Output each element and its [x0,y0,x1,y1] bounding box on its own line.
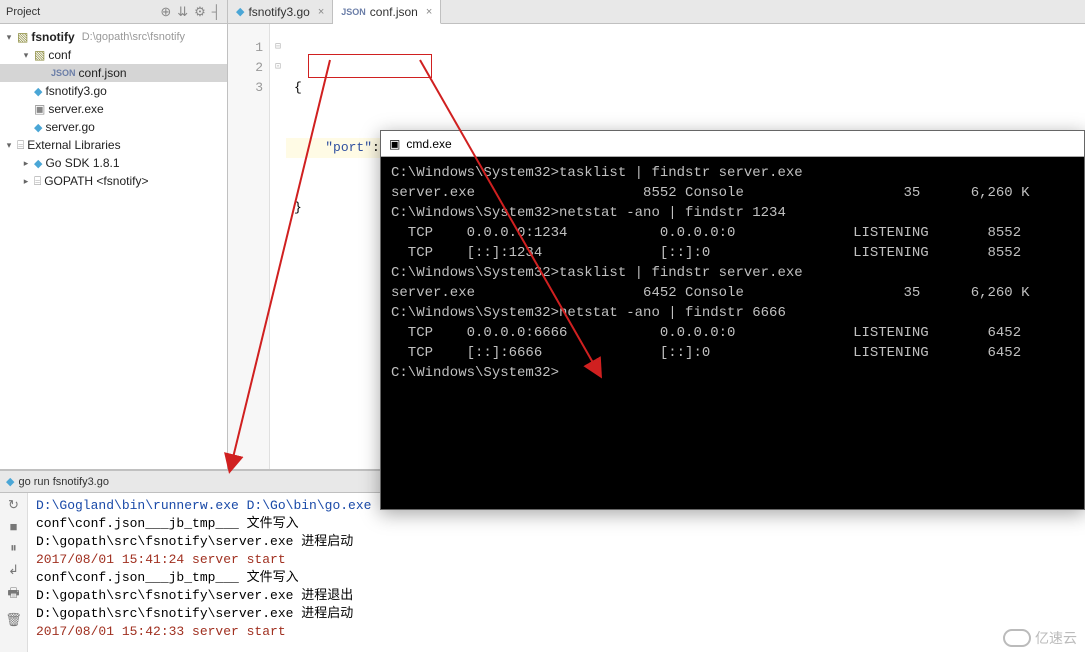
tab-label: fsnotify3.go [248,5,309,19]
cmd-title-text: cmd.exe [406,137,451,151]
output-line: 2017/08/01 15:42:33 server start [36,623,1077,641]
json-icon: JSON [341,7,366,17]
tree-item-label: server.go [45,120,94,134]
project-tree[interactable]: ▾ ▧ fsnotify D:\gopath\src\fsnotify ▾ ▧ … [0,24,227,469]
output-line: D:\gopath\src\fsnotify\server.exe 进程启动 [36,605,1077,623]
output-line: conf\conf.json___jb_tmp___ 文件写入 [36,569,1077,587]
library-icon: ⌸ [34,174,41,189]
go-icon: ◆ [34,85,42,98]
tree-item-label: fsnotify3.go [45,84,106,98]
cmd-title-bar[interactable]: ▣ cmd.exe [381,131,1084,157]
cloud-icon [1003,629,1031,647]
go-icon: ◆ [236,5,244,18]
tree-item-label: Go SDK 1.8.1 [45,156,119,170]
cmd-line: TCP [::]:1234 [::]:0 LISTENING 8552 [391,243,1074,263]
tree-go-sdk[interactable]: ▸ ◆ Go SDK 1.8.1 [0,154,227,172]
run-toolbar: ↻ ■ ⏸ ↲ 🖶 🗑 [0,493,28,652]
tree-file-server-exe[interactable]: ▣ server.exe [0,100,227,118]
tree-file-conf-json[interactable]: JSON conf.json [0,64,227,82]
cmd-window[interactable]: ▣ cmd.exe C:\Windows\System32>tasklist |… [380,130,1085,510]
cmd-line: server.exe 6452 Console 35 6,260 K [391,283,1074,303]
tree-item-label: External Libraries [27,138,120,152]
project-name: fsnotify [31,30,74,44]
cmd-line: C:\Windows\System32>netstat -ano | finds… [391,203,1074,223]
output-line: D:\gopath\src\fsnotify\server.exe 进程退出 [36,587,1077,605]
hide-icon[interactable]: ┤ [212,4,221,20]
print-icon[interactable]: 🖶 [7,584,19,606]
cmd-line: server.exe 8552 Console 35 6,260 K [391,183,1074,203]
tree-item-label: conf.json [79,66,127,80]
tree-folder-conf[interactable]: ▾ ▧ conf [0,46,227,64]
watermark-text: 亿速云 [1035,628,1077,648]
project-header-title: Project [6,6,160,18]
tree-item-label: conf [48,48,71,62]
project-path: D:\gopath\src\fsnotify [82,31,185,43]
close-icon[interactable]: × [318,6,324,18]
rerun-icon[interactable]: ↻ [8,497,19,513]
library-icon: ⌸ [17,138,24,153]
code-text: } [294,200,302,215]
pause-icon[interactable]: ⏸ [10,540,17,556]
go-icon: ◆ [6,475,14,488]
json-icon: JSON [51,68,76,78]
collapse-icon[interactable]: ⇊ [177,4,188,20]
folder-icon: ▧ [34,48,45,62]
go-icon: ◆ [34,121,42,134]
trash-icon[interactable]: 🗑 [5,612,22,628]
folder-icon: ▧ [17,30,28,44]
tree-project-root[interactable]: ▾ ▧ fsnotify D:\gopath\src\fsnotify [0,28,227,46]
cmd-line: C:\Windows\System32> [391,363,1074,383]
output-line: 2017/08/01 15:41:24 server start [36,551,1077,569]
tree-gopath[interactable]: ▸ ⌸ GOPATH <fsnotify> [0,172,227,190]
run-config-label[interactable]: go run fsnotify3.go [18,476,109,488]
code-text: { [294,80,302,95]
cmd-line: C:\Windows\System32>tasklist | findstr s… [391,263,1074,283]
cmd-line: TCP 0.0.0.0:1234 0.0.0.0:0 LISTENING 855… [391,223,1074,243]
run-output[interactable]: D:\Gogland\bin\runnerw.exe D:\Go\bin\go.… [28,493,1085,652]
gear-icon[interactable]: ⚙ [194,4,206,20]
tab-conf-json[interactable]: JSON conf.json × [333,0,441,24]
output-line: D:\gopath\src\fsnotify\server.exe 进程启动 [36,533,1077,551]
tree-item-label: server.exe [48,102,103,116]
fold-column[interactable]: ⊟⊡ [270,24,286,469]
tree-file-server-go[interactable]: ◆ server.go [0,118,227,136]
close-icon[interactable]: × [426,6,432,18]
stop-icon[interactable]: ■ [10,519,18,534]
cmd-line: C:\Windows\System32>netstat -ano | finds… [391,303,1074,323]
json-key: "port" [325,140,372,155]
project-sidebar: Project ⊕ ⇊ ⚙ ┤ ▾ ▧ fsnotify D:\gopath\s… [0,0,228,469]
tree-external-libraries[interactable]: ▾ ⌸ External Libraries [0,136,227,154]
cmd-body[interactable]: C:\Windows\System32>tasklist | findstr s… [381,157,1084,389]
editor-tab-bar: ◆ fsnotify3.go × JSON conf.json × [228,0,1085,24]
wrap-icon[interactable]: ↲ [8,562,19,578]
project-header: Project ⊕ ⇊ ⚙ ┤ [0,0,227,24]
target-icon[interactable]: ⊕ [160,4,171,20]
output-line: conf\conf.json___jb_tmp___ 文件写入 [36,515,1077,533]
cmd-line: TCP 0.0.0.0:6666 0.0.0.0:0 LISTENING 645… [391,323,1074,343]
exe-icon: ▣ [34,102,45,116]
tree-item-label: GOPATH <fsnotify> [44,174,148,188]
watermark: 亿速云 [1003,628,1077,648]
line-gutter: 123 [228,24,270,469]
tree-file-fsnotify3[interactable]: ◆ fsnotify3.go [0,82,227,100]
tab-label: conf.json [370,5,418,19]
cmd-line: C:\Windows\System32>tasklist | findstr s… [391,163,1074,183]
cmd-line: TCP [::]:6666 [::]:0 LISTENING 6452 [391,343,1074,363]
cmd-icon: ▣ [389,137,400,151]
tab-fsnotify3[interactable]: ◆ fsnotify3.go × [228,0,333,23]
go-icon: ◆ [34,157,42,170]
